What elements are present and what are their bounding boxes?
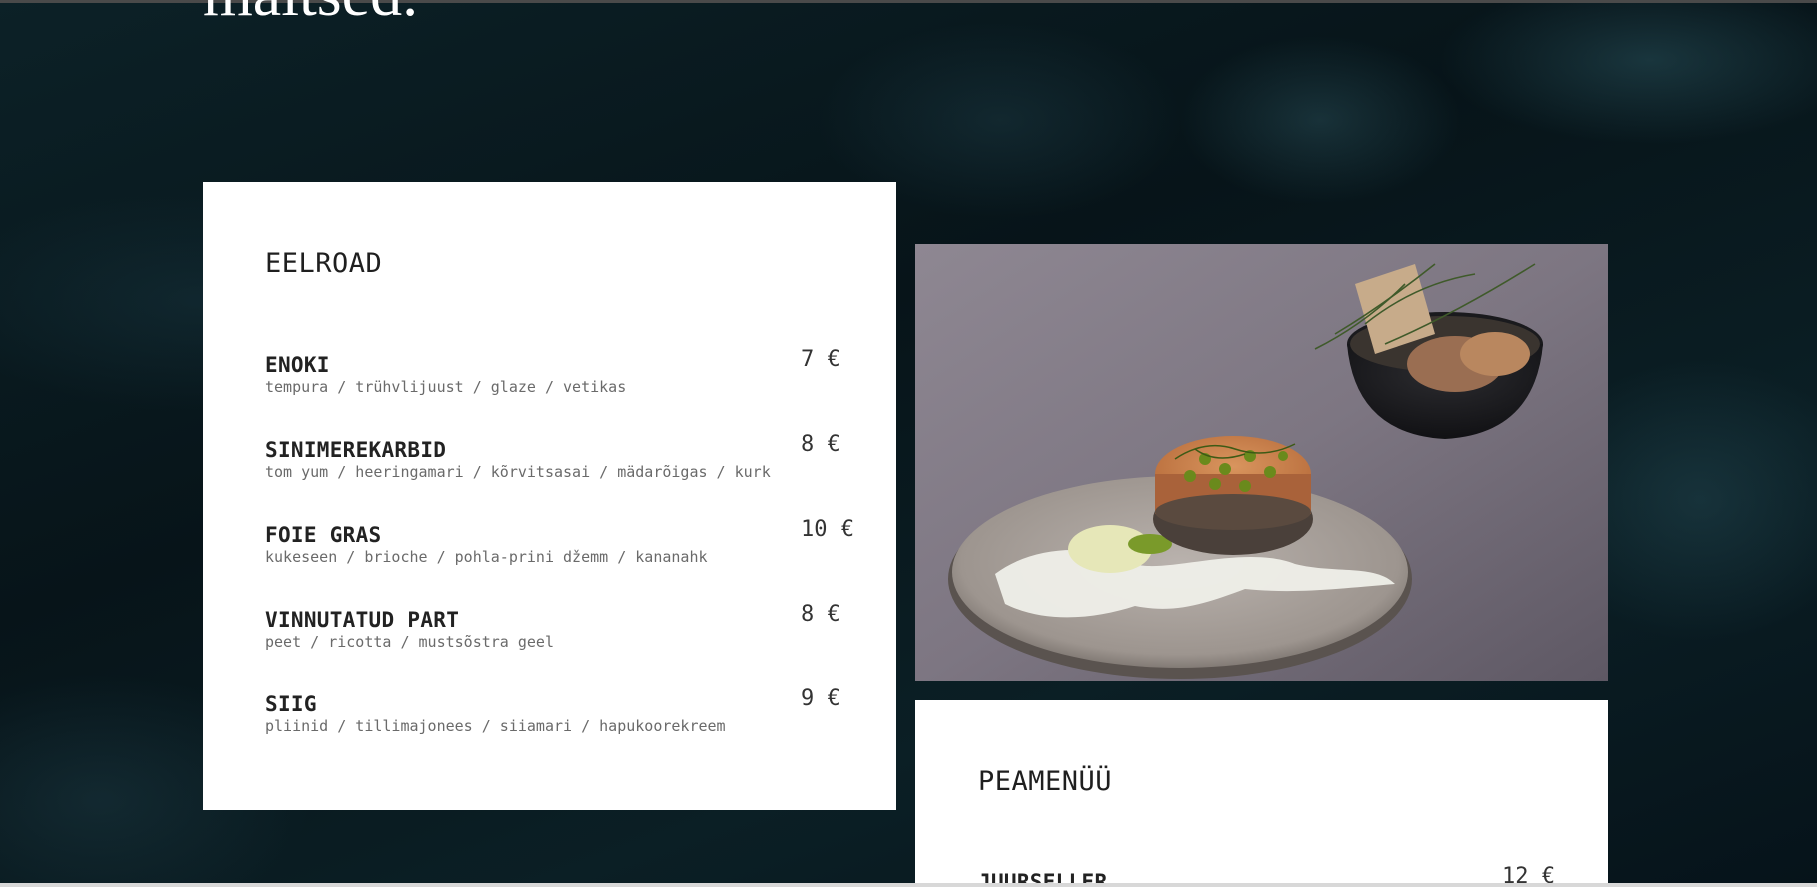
food-photo — [915, 244, 1608, 681]
menu-item-description: peet / ricotta / mustsõstra geel — [265, 633, 554, 651]
menu-item-price: 12 € — [1502, 864, 1555, 883]
food-photo-image — [915, 244, 1608, 681]
menu-item-price: 8 € — [801, 432, 841, 457]
menu-item: FOIE GRAS kukeseen / brioche / pohla-pri… — [265, 517, 855, 566]
menu-item-name: ENOKI — [265, 353, 330, 377]
bottom-border — [0, 883, 1817, 887]
menu-item: SIIG pliinid / tillimajonees / siiamari … — [265, 686, 855, 735]
starters-title: EELROAD — [265, 248, 383, 279]
menu-item: JUURSELLER 12 € — [978, 864, 1568, 883]
menu-item-description: pliinid / tillimajonees / siiamari / hap… — [265, 717, 726, 735]
menu-item-description: tempura / trühvlijuust / glaze / vetikas — [265, 378, 627, 396]
menu-item-name: SIIG — [265, 692, 317, 716]
menu-item-name: JUURSELLER — [978, 870, 1108, 883]
menu-item: SINIMEREKARBID tom yum / heeringamari / … — [265, 432, 855, 481]
menu-item-price: 10 € — [801, 517, 854, 542]
menu-item-price: 9 € — [801, 686, 841, 711]
menu-item-price: 7 € — [801, 347, 841, 372]
menu-item-description: tom yum / heeringamari / kõrvitsasai / m… — [265, 463, 771, 481]
menu-item-price: 8 € — [801, 602, 841, 627]
mains-title: PEAMENÜÜ — [978, 766, 1113, 797]
starters-menu-card: EELROAD ENOKI tempura / trühvlijuust / g… — [203, 182, 896, 810]
menu-item-name: SINIMEREKARBID — [265, 438, 447, 462]
mains-menu-card: PEAMENÜÜ JUURSELLER 12 € — [915, 700, 1608, 883]
menu-item: VINNUTATUD PART peet / ricotta / mustsõs… — [265, 602, 855, 651]
page-heading: maitsed. — [203, 0, 418, 26]
menu-item-name: VINNUTATUD PART — [265, 608, 460, 632]
menu-item-name: FOIE GRAS — [265, 523, 382, 547]
menu-item-description: kukeseen / brioche / pohla-prini džemm /… — [265, 548, 708, 566]
menu-item: ENOKI tempura / trühvlijuust / glaze / v… — [265, 347, 855, 396]
